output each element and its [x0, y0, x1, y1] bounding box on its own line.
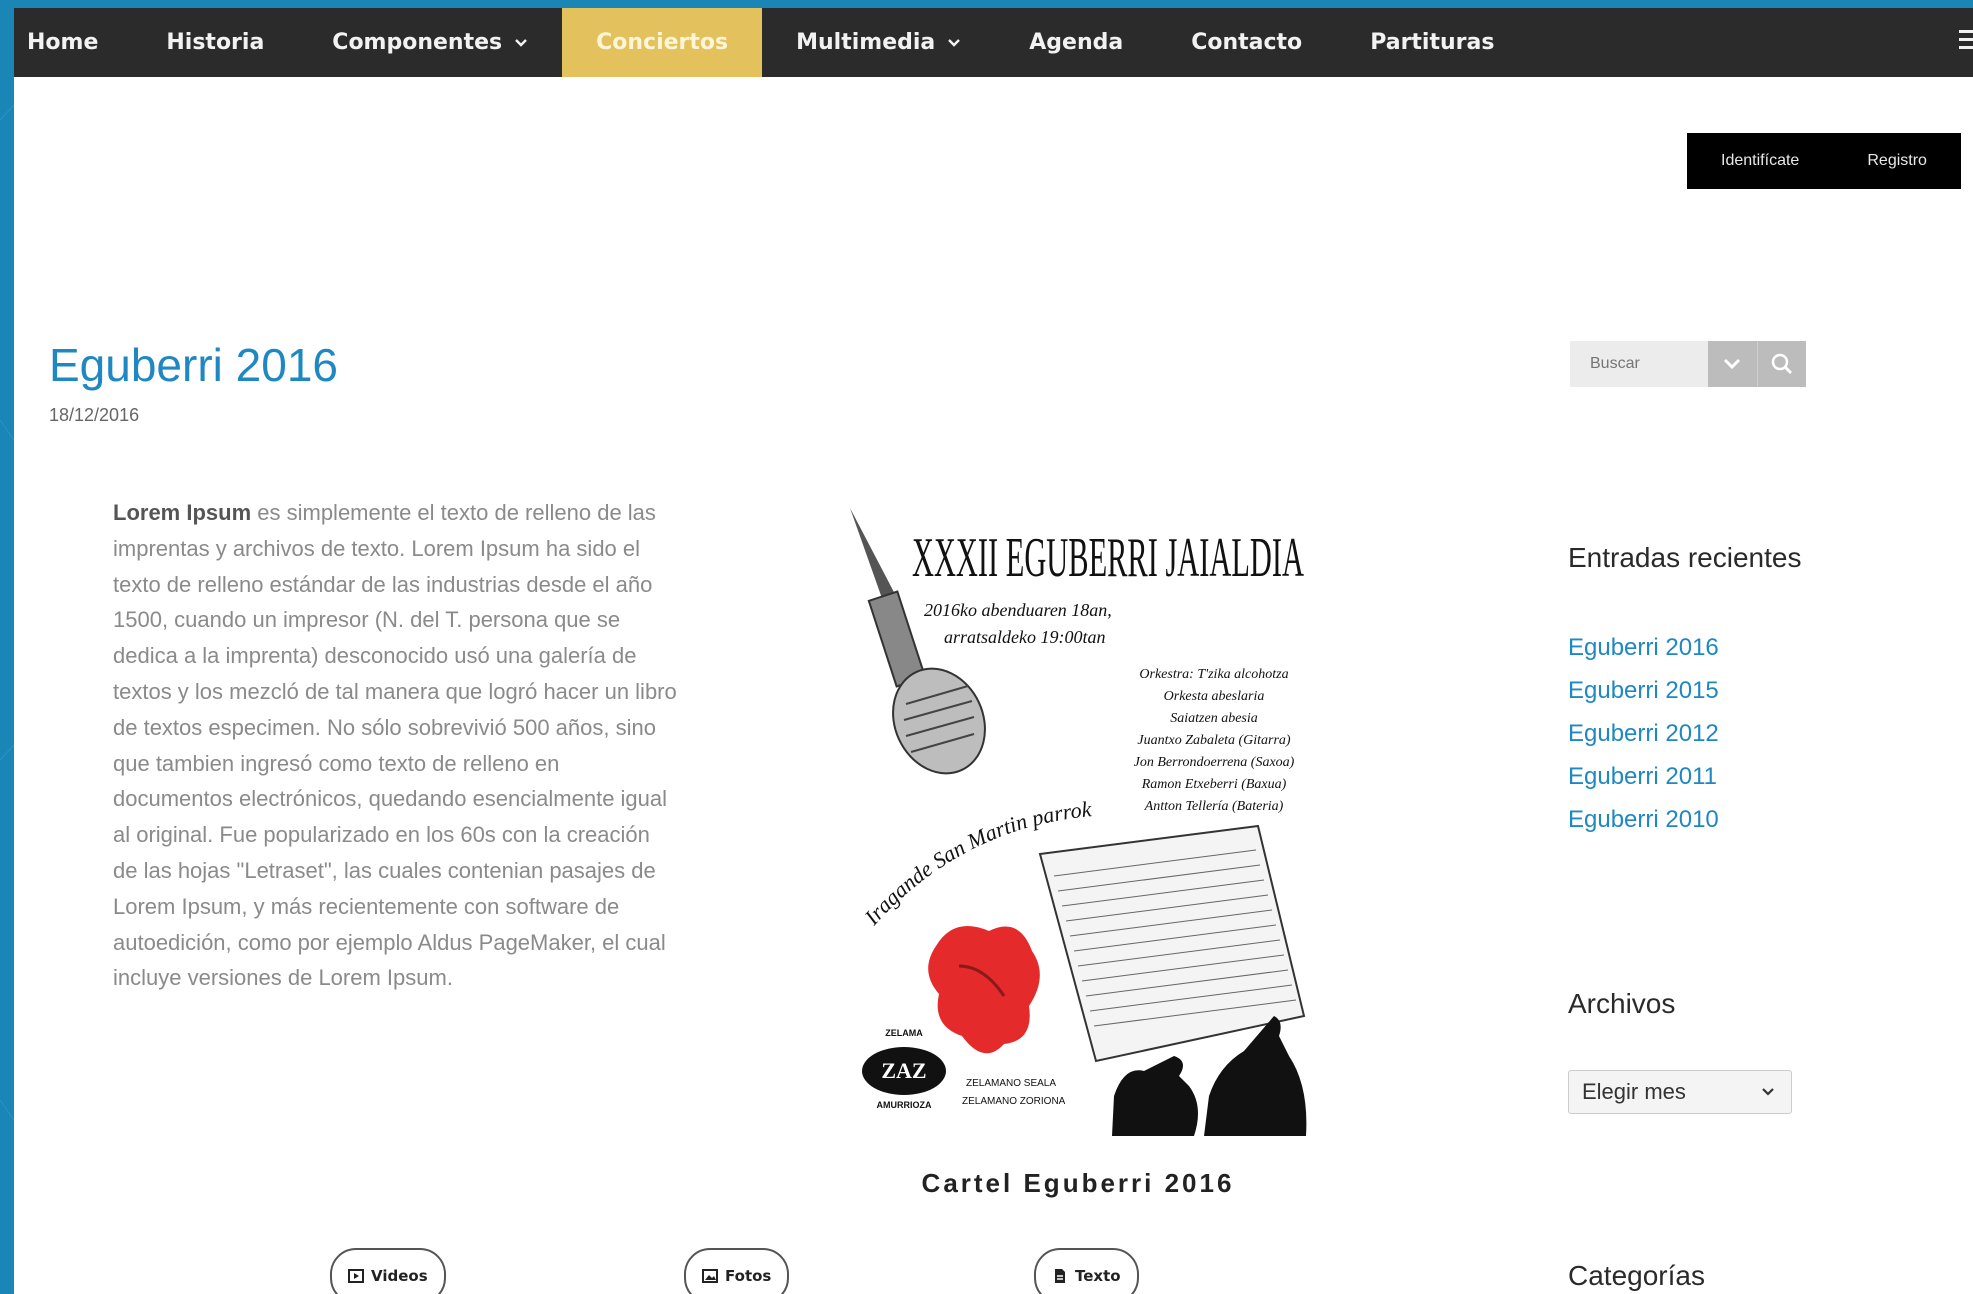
recent-posts-list: Eguberri 2016 Eguberri 2015 Eguberri 201… — [1568, 626, 1719, 841]
button-label: Texto — [1075, 1267, 1121, 1285]
poster-credit: Orkesta abeslaria — [1164, 689, 1265, 704]
poster-credit: Saiatzen abesia — [1170, 711, 1258, 726]
recent-post-link[interactable]: Eguberri 2016 — [1568, 626, 1719, 669]
hamburger-icon[interactable] — [1959, 30, 1973, 52]
post-body-text: es simplemente el texto de relleno de la… — [113, 500, 677, 991]
poster-line1: 2016ko abenduaren 18an, — [924, 600, 1112, 620]
post-body: Lorem Ipsum es simplemente el texto de r… — [113, 495, 679, 996]
poster-credit: Antton Tellería (Bateria) — [1144, 799, 1284, 814]
button-label: Videos — [371, 1267, 428, 1285]
poster-credit: Orkestra: T'zika alcohotza — [1139, 667, 1288, 682]
poster-credit: Juantxo Zabaleta (Gitarra) — [1137, 733, 1291, 748]
fotos-button[interactable]: Fotos — [684, 1248, 790, 1294]
chevron-down-icon — [1762, 1088, 1774, 1096]
poster-footnote: ZELAMANO ZORIONA — [962, 1096, 1066, 1107]
texto-button[interactable]: Texto — [1034, 1248, 1139, 1294]
search-button[interactable] — [1756, 341, 1806, 387]
chevron-down-icon — [947, 36, 961, 50]
recent-post-link[interactable]: Eguberri 2010 — [1568, 798, 1719, 841]
nav-label: Home — [27, 30, 99, 55]
post-body-bold: Lorem Ipsum — [113, 500, 252, 525]
poster-caption: Cartel Eguberri 2016 — [921, 1168, 1235, 1198]
select-value: Elegir mes — [1582, 1079, 1686, 1104]
nav-item-multimedia[interactable]: Multimedia — [762, 8, 995, 77]
search-widget — [1570, 341, 1806, 387]
nav-item-componentes[interactable]: Componentes — [298, 8, 562, 77]
poster-credit: Jon Berrondoerrena (Saxoa) — [1134, 755, 1295, 770]
post-date: 18/12/2016 — [49, 405, 140, 425]
nav-item-agenda[interactable]: Agenda — [995, 8, 1157, 77]
archive-month-select[interactable]: Elegir mes — [1568, 1070, 1792, 1114]
nav-item-home[interactable]: Home — [14, 8, 132, 77]
photo-icon — [702, 1269, 718, 1283]
post-title[interactable]: Eguberri 2016 — [49, 338, 338, 392]
poster-heading: XXXII EGUBERRI JAIALDIA — [912, 527, 1304, 589]
login-link[interactable]: Identifícate — [1721, 152, 1799, 170]
nav-label: Agenda — [1029, 30, 1124, 55]
search-icon — [1771, 353, 1792, 375]
recent-post-link[interactable]: Eguberri 2011 — [1568, 755, 1719, 798]
svg-text:ZAZ: ZAZ — [881, 1058, 926, 1083]
page-container: Home Historia Componentes Conciertos Mul… — [14, 8, 1973, 1294]
chevron-down-icon — [1724, 358, 1741, 370]
nav-label: Multimedia — [796, 30, 936, 55]
videos-button[interactable]: Videos — [330, 1248, 446, 1294]
recent-posts-title: Entradas recientes — [1568, 542, 1802, 573]
poster-credit: Ramon Etxeberri (Baxua) — [1141, 777, 1287, 792]
poster-line2: arratsaldeko 19:00tan — [944, 627, 1106, 647]
document-icon — [1055, 1269, 1065, 1283]
nav-item-contacto[interactable]: Contacto — [1157, 8, 1336, 77]
nav-item-historia[interactable]: Historia — [132, 8, 298, 77]
archives-title: Archivos — [1568, 988, 1676, 1019]
recent-post-link[interactable]: Eguberri 2015 — [1568, 669, 1719, 712]
button-label: Fotos — [725, 1267, 772, 1285]
video-icon — [348, 1269, 364, 1283]
nav-label: Conciertos — [596, 30, 729, 55]
poster-footnote: ZELAMANO SEALA — [966, 1078, 1056, 1089]
auth-bar: Identifícate Registro — [1687, 133, 1961, 189]
nav-label: Componentes — [332, 30, 503, 55]
nav-label: Partituras — [1370, 30, 1495, 55]
nav-label: Historia — [166, 30, 265, 55]
search-input[interactable] — [1570, 341, 1708, 387]
svg-text:AMURRIOZA: AMURRIOZA — [877, 1100, 932, 1110]
concert-poster[interactable]: XXXII EGUBERRI JAIALDIA 2016ko abenduare… — [844, 496, 1312, 1136]
chevron-down-icon — [514, 36, 528, 50]
nav-label: Contacto — [1191, 30, 1303, 55]
register-link[interactable]: Registro — [1867, 152, 1927, 170]
svg-text:ZELAMA: ZELAMA — [885, 1028, 923, 1038]
main-nav: Home Historia Componentes Conciertos Mul… — [14, 8, 1973, 77]
nav-item-partituras[interactable]: Partituras — [1336, 8, 1528, 77]
search-dropdown-button[interactable] — [1708, 341, 1757, 387]
nav-item-conciertos[interactable]: Conciertos — [562, 8, 763, 77]
categories-title: Categorías — [1568, 1260, 1705, 1291]
recent-post-link[interactable]: Eguberri 2012 — [1568, 712, 1719, 755]
